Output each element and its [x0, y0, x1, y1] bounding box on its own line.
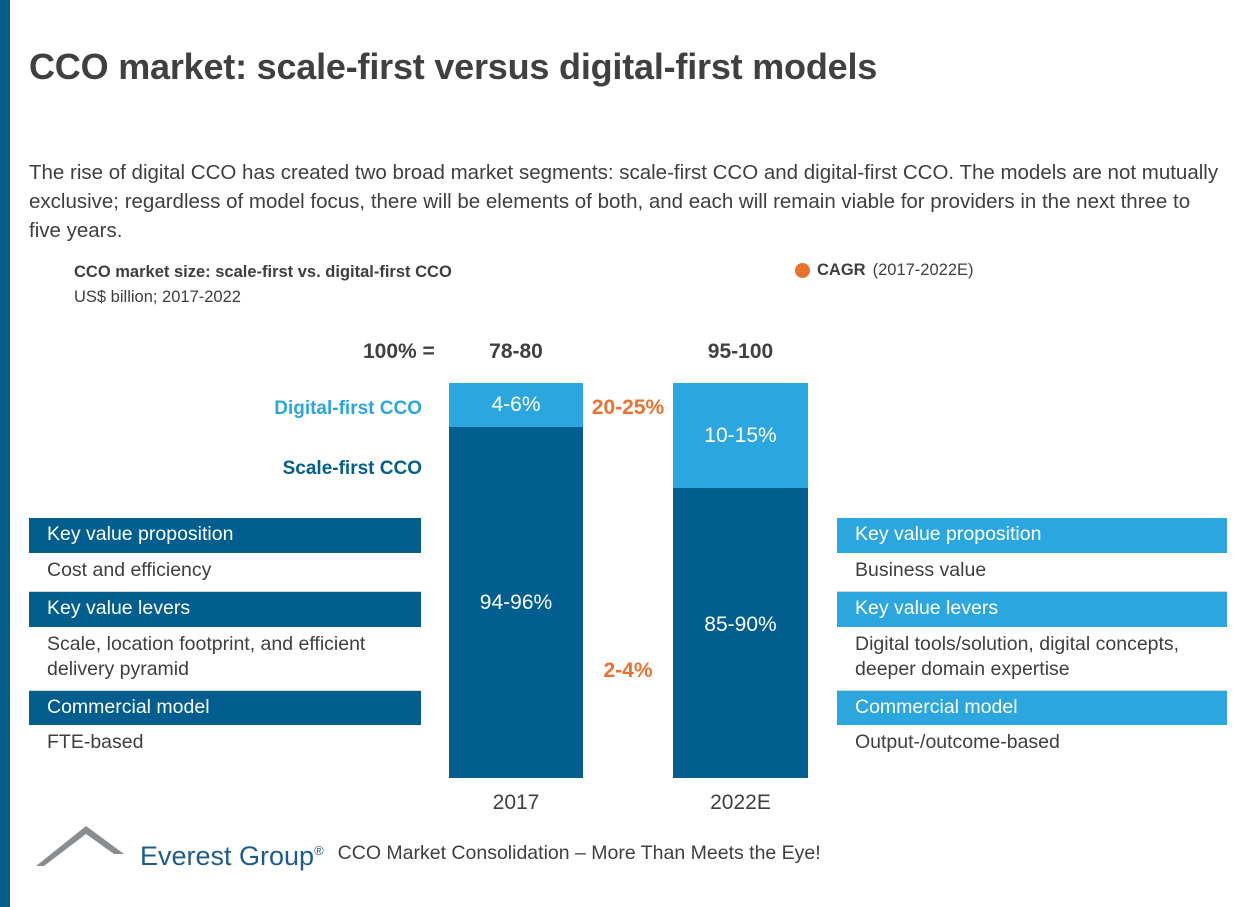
footer-caption: CCO Market Consolidation – More Than Mee… [337, 842, 821, 864]
info-panel-digital-first: Key value proposition Business value Key… [837, 518, 1227, 763]
panel-row: Key value levers Scale, location footpri… [29, 590, 421, 690]
panel-row-body: Scale, location footprint, and efficient… [47, 632, 366, 680]
panel-row-header: Key value levers [837, 591, 1227, 627]
page-title: CCO market: scale-first versus digital-f… [29, 46, 878, 88]
panel-row: Key value proposition Business value [837, 518, 1227, 591]
series-legend-scale-first: Scale-first CCO [282, 458, 422, 479]
footer: Everest Group® CCO Market Consolidation … [34, 824, 821, 870]
bar-segment-2017-scale-first: 94-96% [449, 427, 583, 778]
panel-row-body: Business value [855, 558, 987, 581]
everest-group-peak-icon [36, 826, 124, 866]
total-value-2022e: 95-100 [707, 340, 774, 363]
cagr-value-scale-first: 2-4% [603, 659, 653, 682]
axis-label-2017: 2017 [492, 791, 540, 814]
panel-row-body: Output-/outcome-based [855, 731, 1060, 754]
bar-segment-2022e-scale-first: 85-90% [673, 488, 808, 778]
logo-text: Everest Group [140, 841, 315, 871]
totals-prefix-label: 100% = [363, 340, 435, 363]
panel-row-header: Key value levers [29, 591, 421, 627]
cagr-legend-period: (2017-2022E) [872, 261, 974, 279]
series-legend-digital-first: Digital-first CCO [274, 398, 422, 419]
panel-row-header: Commercial model [837, 690, 1227, 726]
cagr-dot-icon [795, 263, 810, 278]
intro-paragraph: The rise of digital CCO has created two … [29, 160, 1219, 242]
panel-row: Key value proposition Cost and efficienc… [29, 518, 421, 591]
panel-row: Key value levers Digital tools/solution,… [837, 590, 1227, 690]
info-panel-scale-first: Key value proposition Cost and efficienc… [29, 518, 421, 763]
panel-row: Commercial model Output-/outcome-based [837, 689, 1227, 764]
left-accent-bar [0, 0, 10, 907]
bar-value-label: 85-90% [704, 613, 777, 636]
bar-value-label: 4-6% [491, 393, 541, 416]
cagr-legend-label: CAGR [817, 261, 866, 279]
bar-value-label: 94-96% [479, 591, 553, 614]
panel-row-body: FTE-based [47, 731, 144, 754]
axis-label-2022e: 2022E [710, 791, 771, 814]
panel-row-body: Digital tools/solution, digital concepts… [855, 632, 1180, 680]
cagr-value-digital-first: 20-25% [591, 396, 665, 419]
panel-row: Commercial model FTE-based [29, 689, 421, 764]
panel-row-header: Key value proposition [837, 518, 1227, 553]
everest-group-wordmark: Everest Group® [140, 843, 324, 870]
registered-mark-icon: ® [314, 843, 324, 858]
panel-row-body: Cost and efficiency [47, 558, 212, 581]
panel-row-header: Key value proposition [29, 518, 421, 553]
cagr-legend: CAGR (2017-2022E) [795, 261, 974, 280]
panel-row-header: Commercial model [29, 690, 421, 726]
bar-segment-2017-digital-first: 4-6% [449, 383, 583, 427]
chart-subtitle: US$ billion; 2017-2022 [74, 288, 241, 306]
chart-title: CCO market size: scale-first vs. digital… [74, 263, 452, 281]
total-value-2017: 78-80 [489, 340, 543, 363]
bar-value-label: 10-15% [704, 423, 777, 447]
bar-segment-2022e-digital-first: 10-15% [673, 383, 808, 488]
